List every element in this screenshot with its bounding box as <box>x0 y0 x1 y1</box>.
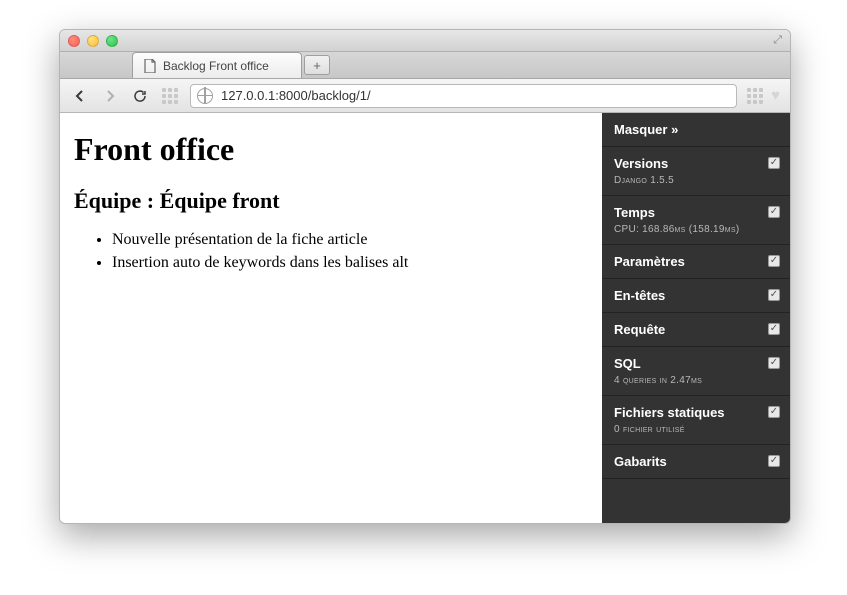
expand-icon[interactable]: ⤢ <box>773 34 782 47</box>
page-body: Front office Équipe : Équipe front Nouve… <box>60 113 602 523</box>
zoom-window-button[interactable] <box>106 35 118 47</box>
debug-panel-sql[interactable]: SQL 4 queries in 2.47ms <box>602 347 790 396</box>
panel-title: Gabarits <box>614 454 778 469</box>
debug-panel-templates[interactable]: Gabarits <box>602 445 790 479</box>
panel-title: Requête <box>614 322 778 337</box>
toolbar: 127.0.0.1:8000/backlog/1/ ♥ <box>60 79 790 113</box>
browser-tab-active[interactable]: Backlog Front office <box>132 52 302 78</box>
grid-icon <box>162 88 178 104</box>
panel-checkbox[interactable] <box>768 357 780 369</box>
panel-subtitle: CPU: 168.86ms (158.19ms) <box>614 224 778 235</box>
django-debug-toolbar: Masquer » Versions Django 1.5.5 Temps CP… <box>602 113 790 523</box>
window-controls <box>68 35 118 47</box>
debug-panel-staticfiles[interactable]: Fichiers statiques 0 fichier utilisé <box>602 396 790 445</box>
tab-strip: Backlog Front office + <box>60 52 790 79</box>
debug-hide-button[interactable]: Masquer » <box>602 113 790 147</box>
new-tab-button[interactable]: + <box>304 55 330 75</box>
speed-dial-button[interactable] <box>160 86 180 106</box>
debug-panel-versions[interactable]: Versions Django 1.5.5 <box>602 147 790 196</box>
backlog-list: Nouvelle présentation de la fiche articl… <box>112 230 588 274</box>
window-titlebar: ⤢ <box>60 30 790 52</box>
url-text: 127.0.0.1:8000/backlog/1/ <box>221 88 371 103</box>
forward-button[interactable] <box>100 86 120 106</box>
panel-checkbox[interactable] <box>768 255 780 267</box>
panel-title: Temps <box>614 205 778 220</box>
debug-panel-settings[interactable]: Paramètres <box>602 245 790 279</box>
panel-subtitle: 0 fichier utilisé <box>614 424 778 435</box>
page-title: Front office <box>74 131 588 168</box>
list-item: Insertion auto de keywords dans les bali… <box>112 253 588 274</box>
panel-title: Paramètres <box>614 254 778 269</box>
panel-checkbox[interactable] <box>768 157 780 169</box>
apps-icon[interactable] <box>747 88 763 104</box>
panel-title: En-têtes <box>614 288 778 303</box>
panel-subtitle: Django 1.5.5 <box>614 175 778 186</box>
panel-subtitle: 4 queries in 2.47ms <box>614 375 778 386</box>
hide-label: Masquer » <box>614 122 778 137</box>
panel-checkbox[interactable] <box>768 455 780 467</box>
content-area: Front office Équipe : Équipe front Nouve… <box>60 113 790 523</box>
document-icon <box>143 59 157 73</box>
page-subtitle: Équipe : Équipe front <box>74 188 588 214</box>
minimize-window-button[interactable] <box>87 35 99 47</box>
list-item: Nouvelle présentation de la fiche articl… <box>112 230 588 251</box>
panel-checkbox[interactable] <box>768 206 780 218</box>
debug-panel-time[interactable]: Temps CPU: 168.86ms (158.19ms) <box>602 196 790 245</box>
toolbar-right: ♥ <box>747 87 780 104</box>
browser-window: ⤢ Backlog Front office + <box>59 29 791 524</box>
panel-title: Fichiers statiques <box>614 405 778 420</box>
heart-icon[interactable]: ♥ <box>771 87 780 104</box>
panel-title: Versions <box>614 156 778 171</box>
globe-icon <box>197 88 213 104</box>
panel-checkbox[interactable] <box>768 406 780 418</box>
reload-button[interactable] <box>130 86 150 106</box>
tab-title: Backlog Front office <box>163 59 269 73</box>
debug-panel-headers[interactable]: En-têtes <box>602 279 790 313</box>
back-button[interactable] <box>70 86 90 106</box>
address-bar[interactable]: 127.0.0.1:8000/backlog/1/ <box>190 84 737 108</box>
panel-checkbox[interactable] <box>768 323 780 335</box>
debug-panel-request[interactable]: Requête <box>602 313 790 347</box>
panel-title: SQL <box>614 356 778 371</box>
close-window-button[interactable] <box>68 35 80 47</box>
panel-checkbox[interactable] <box>768 289 780 301</box>
